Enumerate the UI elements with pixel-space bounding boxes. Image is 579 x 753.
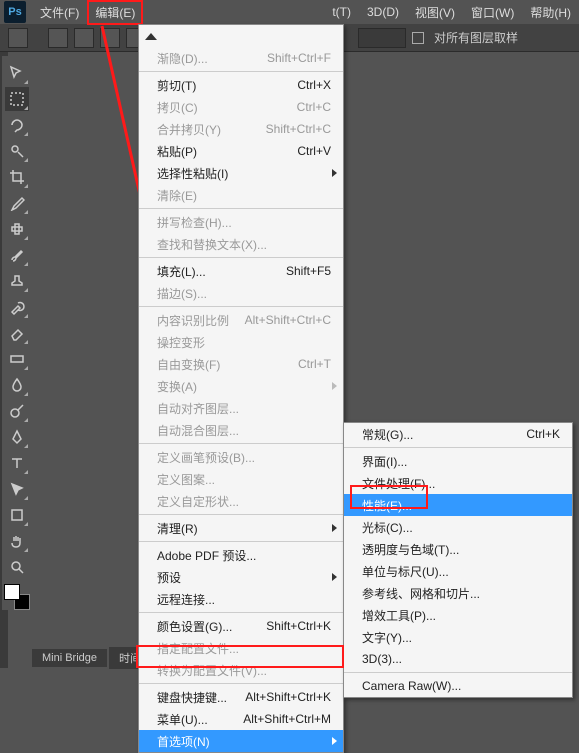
menu-file[interactable]: 文件(F) [32,0,87,25]
tab-mini-bridge[interactable]: Mini Bridge [32,649,107,667]
tool-preset-icon[interactable] [8,28,28,48]
sample-all-layers-checkbox[interactable] [412,32,424,44]
prefs-item-5[interactable]: 透明度与色域(T)... [344,538,572,560]
prefs-item-6[interactable]: 单位与标尺(U)... [344,560,572,582]
pen-tool[interactable] [5,425,29,449]
edit-menu-item-3: 拷贝(C)Ctrl+C [139,96,343,118]
edit-menu-item-29[interactable]: 菜单(U)...Alt+Shift+Ctrl+M [139,708,343,730]
edit-menu-item-12: 内容识别比例Alt+Shift+Ctrl+C [139,309,343,331]
edit-menu-item-8: 拼写检查(H)... [139,211,343,233]
eyedropper-tool[interactable] [5,191,29,215]
mode-new-icon[interactable] [48,28,68,48]
healing-tool[interactable] [5,217,29,241]
edit-menu-item-4: 合并拷贝(Y)Shift+Ctrl+C [139,118,343,140]
app-logo: Ps [4,1,26,23]
mode-add-icon[interactable] [74,28,94,48]
edit-menu-item-17: 自动混合图层... [139,419,343,441]
marquee-tool[interactable] [5,87,29,111]
edit-menu-item-5[interactable]: 粘贴(P)Ctrl+V [139,140,343,162]
menu-3d[interactable]: 3D(D) [359,1,407,23]
crop-tool[interactable] [5,165,29,189]
prefs-item-10[interactable]: 3D(3)... [344,648,572,670]
brush-tool[interactable] [5,243,29,267]
edit-menu-item-7: 清除(E) [139,184,343,206]
edit-menu-item-10[interactable]: 填充(L)...Shift+F5 [139,260,343,282]
edit-menu-item-19: 定义图案... [139,468,343,490]
edit-menu-item-9: 查找和替换文本(X)... [139,233,343,255]
foreground-color[interactable] [4,584,20,600]
history-brush-tool[interactable] [5,295,29,319]
edit-menu-item-21[interactable]: 清理(R) [139,517,343,539]
zoom-tool[interactable] [5,555,29,579]
menu-help[interactable]: 帮助(H) [522,0,579,25]
prefs-item-4[interactable]: 光标(C)... [344,516,572,538]
prefs-item-9[interactable]: 文字(Y)... [344,626,572,648]
dodge-tool[interactable] [5,399,29,423]
edit-menu-item-18: 定义画笔预设(B)... [139,446,343,468]
menu-edit[interactable]: 编辑(E) [87,0,143,25]
edit-menu-item-6[interactable]: 选择性粘贴(I) [139,162,343,184]
move-tool[interactable] [5,61,29,85]
lasso-tool[interactable] [5,113,29,137]
edit-menu-item-0[interactable] [139,25,343,47]
edit-menu-item-16: 自动对齐图层... [139,397,343,419]
gradient-tool[interactable] [5,347,29,371]
toolbox [2,56,32,610]
path-select-tool[interactable] [5,477,29,501]
prefs-item-7[interactable]: 参考线、网格和切片... [344,582,572,604]
hand-tool[interactable] [5,529,29,553]
prefs-item-1[interactable]: 界面(I)... [344,450,572,472]
type-tool[interactable] [5,451,29,475]
edit-menu-dropdown: 渐隐(D)...Shift+Ctrl+F 剪切(T)Ctrl+X拷贝(C)Ctrl… [138,24,344,753]
quick-select-tool[interactable] [5,139,29,163]
edit-menu-item-15: 变换(A) [139,375,343,397]
edit-menu-item-22[interactable]: Adobe PDF 预设... [139,544,343,566]
edit-menu-item-28[interactable]: 键盘快捷键...Alt+Shift+Ctrl+K [139,686,343,708]
edit-menu-item-13: 操控变形 [139,331,343,353]
sample-all-layers-label: 对所有图层取样 [434,29,518,46]
edit-menu-item-11: 描边(S)... [139,282,343,304]
edit-menu-item-25[interactable]: 颜色设置(G)...Shift+Ctrl+K [139,615,343,637]
menu-view[interactable]: 视图(V) [407,0,463,25]
eraser-tool[interactable] [5,321,29,345]
edit-menu-item-20: 定义自定形状... [139,490,343,512]
menu-window[interactable]: 窗口(W) [463,0,522,25]
shape-tool[interactable] [5,503,29,527]
prefs-item-11[interactable]: Camera Raw(W)... [344,675,572,697]
edit-menu-item-14: 自由变换(F)Ctrl+T [139,353,343,375]
prefs-item-8[interactable]: 增效工具(P)... [344,604,572,626]
mode-sub-icon[interactable] [100,28,120,48]
option-field[interactable] [358,28,406,48]
stamp-tool[interactable] [5,269,29,293]
blur-tool[interactable] [5,373,29,397]
menu-t[interactable]: t(T) [324,1,359,23]
edit-menu-item-24[interactable]: 远程连接... [139,588,343,610]
preferences-submenu: 常规(G)...Ctrl+K 界面(I)...文件处理(F)...性能(E)...… [343,422,573,698]
prefs-item-3[interactable]: 性能(E)... [344,494,572,516]
edit-menu-item-26: 指定配置文件... [139,637,343,659]
edit-menu-item-2[interactable]: 剪切(T)Ctrl+X [139,74,343,96]
prefs-item-2[interactable]: 文件处理(F)... [344,472,572,494]
color-swatches[interactable] [4,584,30,610]
edit-menu-item-23[interactable]: 预设 [139,566,343,588]
edit-menu-item-27: 转换为配置文件(V)... [139,659,343,681]
edit-menu-item-1: 渐隐(D)...Shift+Ctrl+F [139,47,343,69]
prefs-item-0[interactable]: 常规(G)...Ctrl+K [344,423,572,445]
edit-menu-item-30[interactable]: 首选项(N) [139,730,343,752]
